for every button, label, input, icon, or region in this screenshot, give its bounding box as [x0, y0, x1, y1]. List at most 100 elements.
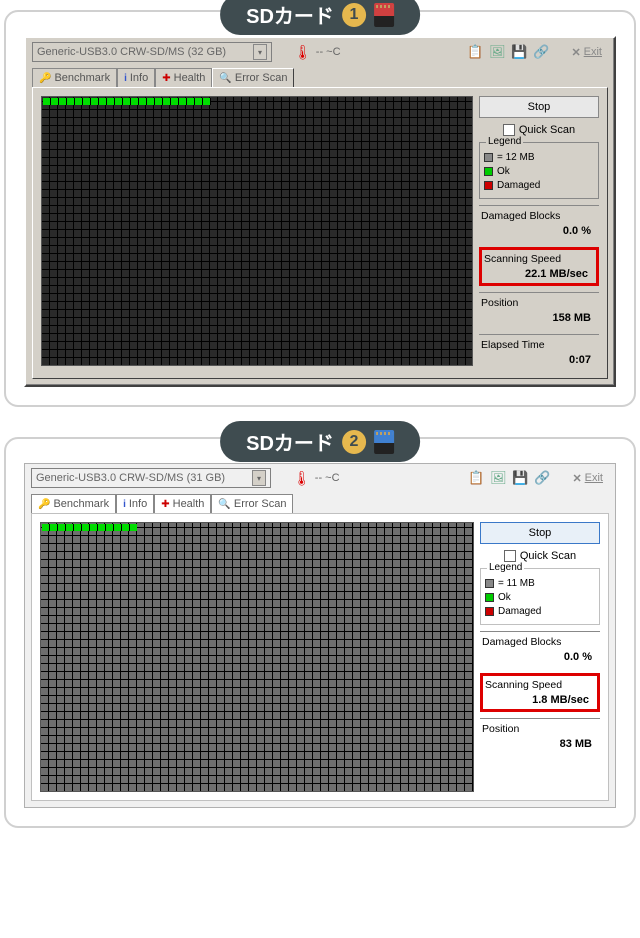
- chevron-down-icon: ▾: [253, 44, 267, 60]
- position-value: 83 MB: [482, 738, 598, 750]
- save-icon[interactable]: 💾: [509, 42, 529, 62]
- device-select[interactable]: Generic-USB3.0 CRW-SD/MS (31 GB) ▾: [31, 468, 271, 488]
- exit-button[interactable]: ✕ Exit: [566, 472, 609, 485]
- save-icon[interactable]: 💾: [510, 468, 530, 488]
- ok-block-icon: [485, 593, 494, 602]
- speed-value: 1.8 MB/sec: [485, 694, 595, 706]
- card-title: SDカード: [246, 427, 334, 456]
- chevron-down-icon: ▾: [252, 470, 266, 486]
- tabs: 🔑 Benchmark i Info ✚ Health 🔍 Error Scan: [26, 68, 614, 87]
- grid-cells: [42, 97, 472, 365]
- close-icon: ✕: [571, 46, 580, 59]
- app-window: Generic-USB3.0 CRW-SD/MS (31 GB) ▾ 🌡 -- …: [24, 463, 616, 808]
- copy-icon[interactable]: 📋: [465, 42, 485, 62]
- toolbar: Generic-USB3.0 CRW-SD/MS (32 GB) ▾ 🌡 -- …: [26, 38, 614, 66]
- quick-scan-row: Quick Scan: [479, 124, 599, 136]
- block-size-icon: [484, 153, 493, 162]
- sd-card-1: SDカード 1 Generic-USB3.0 CRW-SD/MS (32 GB)…: [4, 10, 636, 407]
- side-panel: Stop Quick Scan Legend = 12 MB Ok Damage…: [479, 96, 599, 370]
- tab-health[interactable]: ✚ Health: [154, 494, 211, 513]
- legend-box: Legend = 11 MB Ok Damaged: [480, 568, 600, 625]
- tab-benchmark[interactable]: 🔑 Benchmark: [32, 68, 117, 87]
- thermometer-icon: 🌡: [294, 44, 312, 61]
- toolbar-buttons: 📋 🖼 💾 🔗: [465, 42, 551, 62]
- health-icon: ✚: [162, 73, 170, 84]
- quick-scan-checkbox[interactable]: [504, 550, 516, 562]
- quick-scan-label: Quick Scan: [519, 124, 575, 136]
- search-icon: 🔍: [218, 499, 230, 510]
- card-header: SDカード 2: [220, 421, 420, 462]
- position-label: Position: [481, 297, 597, 309]
- device-select-text: Generic-USB3.0 CRW-SD/MS (31 GB): [36, 472, 225, 484]
- damaged-block-icon: [485, 607, 494, 616]
- search-icon: 🔍: [219, 73, 231, 84]
- tab-error-scan[interactable]: 🔍 Error Scan: [211, 494, 293, 513]
- key-icon: 🔑: [39, 73, 51, 84]
- tab-info[interactable]: i Info: [117, 68, 155, 87]
- thermometer-icon: 🌡: [293, 470, 311, 487]
- speed-label: Scanning Speed: [485, 679, 595, 691]
- stop-button[interactable]: Stop: [480, 522, 600, 544]
- quick-scan-checkbox[interactable]: [503, 124, 515, 136]
- tab-info[interactable]: i Info: [116, 494, 154, 513]
- side-panel: Stop Quick Scan Legend = 11 MB Ok Damage…: [480, 522, 600, 792]
- legend-blocksize: = 12 MB: [484, 152, 594, 163]
- position-block: Position 158 MB: [479, 292, 599, 328]
- elapsed-block: Elapsed Time 0:07: [479, 334, 599, 370]
- temperature-readout: 🌡 -- ~C: [294, 44, 341, 61]
- card-number-badge: 1: [342, 3, 366, 27]
- damaged-block-icon: [484, 181, 493, 190]
- damaged-value: 0.0 %: [481, 225, 597, 237]
- scan-progress: [42, 524, 137, 531]
- legend-damaged: Damaged: [484, 180, 594, 191]
- legend-title: Legend: [486, 136, 523, 147]
- block-grid: [41, 96, 473, 366]
- damaged-value: 0.0 %: [482, 651, 598, 663]
- copy-icon[interactable]: 📋: [466, 468, 486, 488]
- screenshot-icon[interactable]: 🖼: [487, 42, 507, 62]
- device-select[interactable]: Generic-USB3.0 CRW-SD/MS (32 GB) ▾: [32, 42, 272, 62]
- scan-panel: Stop Quick Scan Legend = 12 MB Ok Damage…: [32, 87, 608, 379]
- legend-ok: Ok: [484, 166, 594, 177]
- sd-card-icon: [374, 3, 394, 27]
- exit-label: Exit: [585, 472, 603, 484]
- screenshot-icon[interactable]: 🖼: [488, 468, 508, 488]
- scan-speed-block: Scanning Speed 1.8 MB/sec: [480, 673, 600, 712]
- link-icon[interactable]: 🔗: [532, 468, 552, 488]
- quick-scan-label: Quick Scan: [520, 550, 576, 562]
- exit-button[interactable]: ✕ Exit: [565, 46, 608, 59]
- position-block: Position 83 MB: [480, 718, 600, 754]
- toolbar-buttons: 📋 🖼 💾 🔗: [466, 468, 552, 488]
- info-icon: i: [124, 73, 127, 84]
- tab-health[interactable]: ✚ Health: [155, 68, 212, 87]
- grid-cells: [41, 523, 473, 791]
- elapsed-value: 0:07: [481, 354, 597, 366]
- damaged-blocks-block: Damaged Blocks 0.0 %: [480, 631, 600, 667]
- damaged-blocks-block: Damaged Blocks 0.0 %: [479, 205, 599, 241]
- sd-card-2: SDカード 2 Generic-USB3.0 CRW-SD/MS (31 GB)…: [4, 437, 636, 828]
- stop-button[interactable]: Stop: [479, 96, 599, 118]
- device-select-text: Generic-USB3.0 CRW-SD/MS (32 GB): [37, 46, 226, 58]
- health-icon: ✚: [161, 499, 169, 510]
- tab-benchmark[interactable]: 🔑 Benchmark: [31, 494, 116, 513]
- damaged-label: Damaged Blocks: [482, 636, 598, 648]
- exit-label: Exit: [584, 46, 602, 58]
- card-number-badge: 2: [342, 430, 366, 454]
- card-title: SDカード: [246, 0, 334, 29]
- link-icon[interactable]: 🔗: [531, 42, 551, 62]
- quick-scan-row: Quick Scan: [480, 550, 600, 562]
- info-icon: i: [123, 499, 126, 510]
- scan-panel: Stop Quick Scan Legend = 11 MB Ok Damage…: [31, 513, 609, 801]
- legend-box: Legend = 12 MB Ok Damaged: [479, 142, 599, 199]
- app-window: Generic-USB3.0 CRW-SD/MS (32 GB) ▾ 🌡 -- …: [24, 36, 616, 387]
- legend-blocksize: = 11 MB: [485, 578, 595, 589]
- elapsed-label: Elapsed Time: [481, 339, 597, 351]
- damaged-label: Damaged Blocks: [481, 210, 597, 222]
- block-size-icon: [485, 579, 494, 588]
- scan-progress: [43, 98, 211, 105]
- speed-value: 22.1 MB/sec: [484, 268, 594, 280]
- temperature-value: -- ~C: [316, 46, 341, 58]
- tab-error-scan[interactable]: 🔍 Error Scan: [212, 68, 294, 87]
- ok-block-icon: [484, 167, 493, 176]
- temperature-value: -- ~C: [315, 472, 340, 484]
